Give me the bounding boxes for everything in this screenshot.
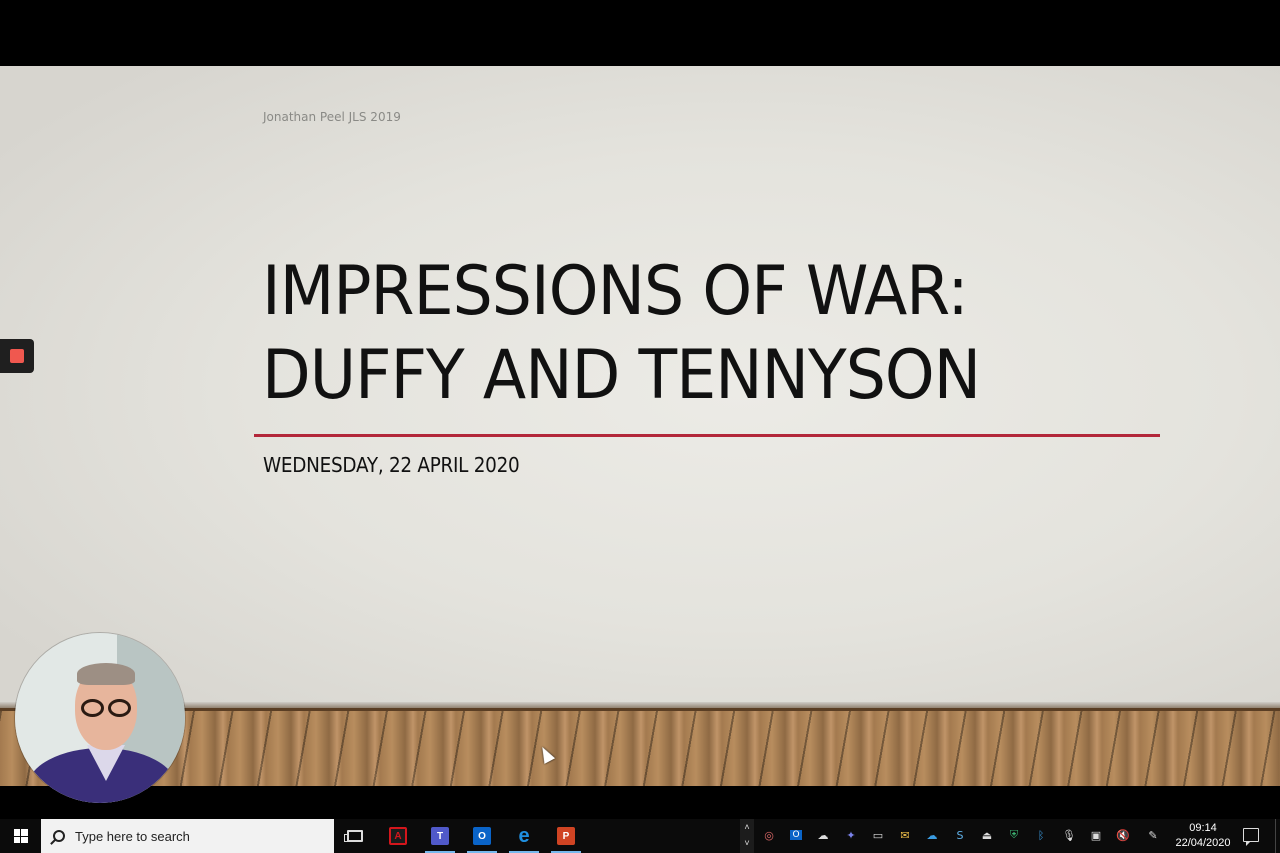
edge-taskbar-button[interactable]: e — [503, 819, 545, 853]
powerpoint-taskbar-button[interactable]: P — [545, 819, 587, 853]
clock-time: 09:14 — [1189, 822, 1217, 834]
tray-cloud-sync-icon[interactable]: ☁ — [815, 827, 831, 843]
teams-taskbar-button[interactable]: T — [419, 819, 461, 853]
task-view-icon — [344, 830, 363, 842]
taskbar-clock[interactable]: 09:14 22/04/2020 — [1168, 821, 1238, 851]
glasses — [81, 699, 133, 717]
tray-microphone-icon[interactable]: 🎙 — [1061, 827, 1077, 843]
tray-onedrive-icon[interactable]: ☁ — [924, 827, 940, 843]
taskbar-search-box[interactable]: Type here to search — [41, 819, 334, 853]
search-icon — [53, 830, 65, 842]
tray-outlook-icon[interactable]: O — [788, 827, 804, 843]
stop-recording-button[interactable] — [0, 339, 34, 373]
slide-title: IMPRESSIONS OF WAR: DUFFY AND TENNYSON — [262, 250, 1136, 418]
clock-date: 22/04/2020 — [1175, 837, 1231, 849]
start-button[interactable] — [0, 819, 41, 853]
action-center-icon[interactable] — [1243, 828, 1259, 846]
powerpoint-icon: P — [557, 827, 575, 845]
teams-icon: T — [431, 827, 449, 845]
wooden-floor-decoration — [0, 708, 1280, 786]
tray-bluetooth-icon[interactable]: ᛒ — [1033, 827, 1049, 843]
task-view-button[interactable] — [334, 819, 376, 853]
record-stop-icon — [10, 349, 24, 363]
tray-app-icon[interactable]: ◎ — [761, 827, 777, 843]
slide-author: Jonathan Peel JLS 2019 — [263, 110, 401, 124]
tray-mail-icon[interactable]: ✉ — [897, 827, 913, 843]
tray-network-icon[interactable]: ▣ — [1088, 827, 1104, 843]
tray-safely-remove-icon[interactable]: ⏏ — [979, 827, 995, 843]
letterbox-top — [0, 0, 1280, 66]
outlook-icon: O — [473, 827, 491, 845]
tray-security-shield-icon[interactable]: ⛨ — [1006, 827, 1022, 843]
tray-teams-icon[interactable]: ✦ — [843, 827, 859, 843]
tray-skype-icon[interactable]: S — [952, 827, 968, 843]
title-divider — [254, 434, 1160, 437]
tray-battery-icon[interactable]: ▭ — [870, 827, 886, 843]
letterbox-bottom — [0, 786, 1280, 819]
outlook-taskbar-button[interactable]: O — [461, 819, 503, 853]
acrobat-taskbar-button[interactable]: A — [377, 819, 419, 853]
search-placeholder: Type here to search — [75, 828, 190, 844]
tray-pen-icon[interactable]: ✎ — [1145, 827, 1161, 843]
windows-taskbar: Type here to search A T O e P ˄ ˅ ◎ O ☁ ✦… — [0, 819, 1280, 853]
slide-title-line-1: IMPRESSIONS OF WAR: — [262, 252, 969, 331]
edge-icon: e — [518, 824, 530, 847]
windows-logo-icon — [13, 829, 28, 843]
webcam-overlay — [15, 633, 185, 803]
presentation-slide[interactable]: Jonathan Peel JLS 2019 IMPRESSIONS OF WA… — [0, 66, 1280, 786]
show-hidden-icons-button[interactable]: ˄ ˅ — [740, 819, 754, 853]
tray-volume-muted-icon[interactable]: 🔇 — [1115, 827, 1131, 843]
acrobat-icon: A — [389, 827, 407, 845]
slide-title-line-2: DUFFY AND TENNYSON — [262, 336, 981, 415]
show-desktop-button[interactable] — [1275, 819, 1280, 853]
slide-subtitle: WEDNESDAY, 22 APRIL 2020 — [263, 453, 520, 477]
